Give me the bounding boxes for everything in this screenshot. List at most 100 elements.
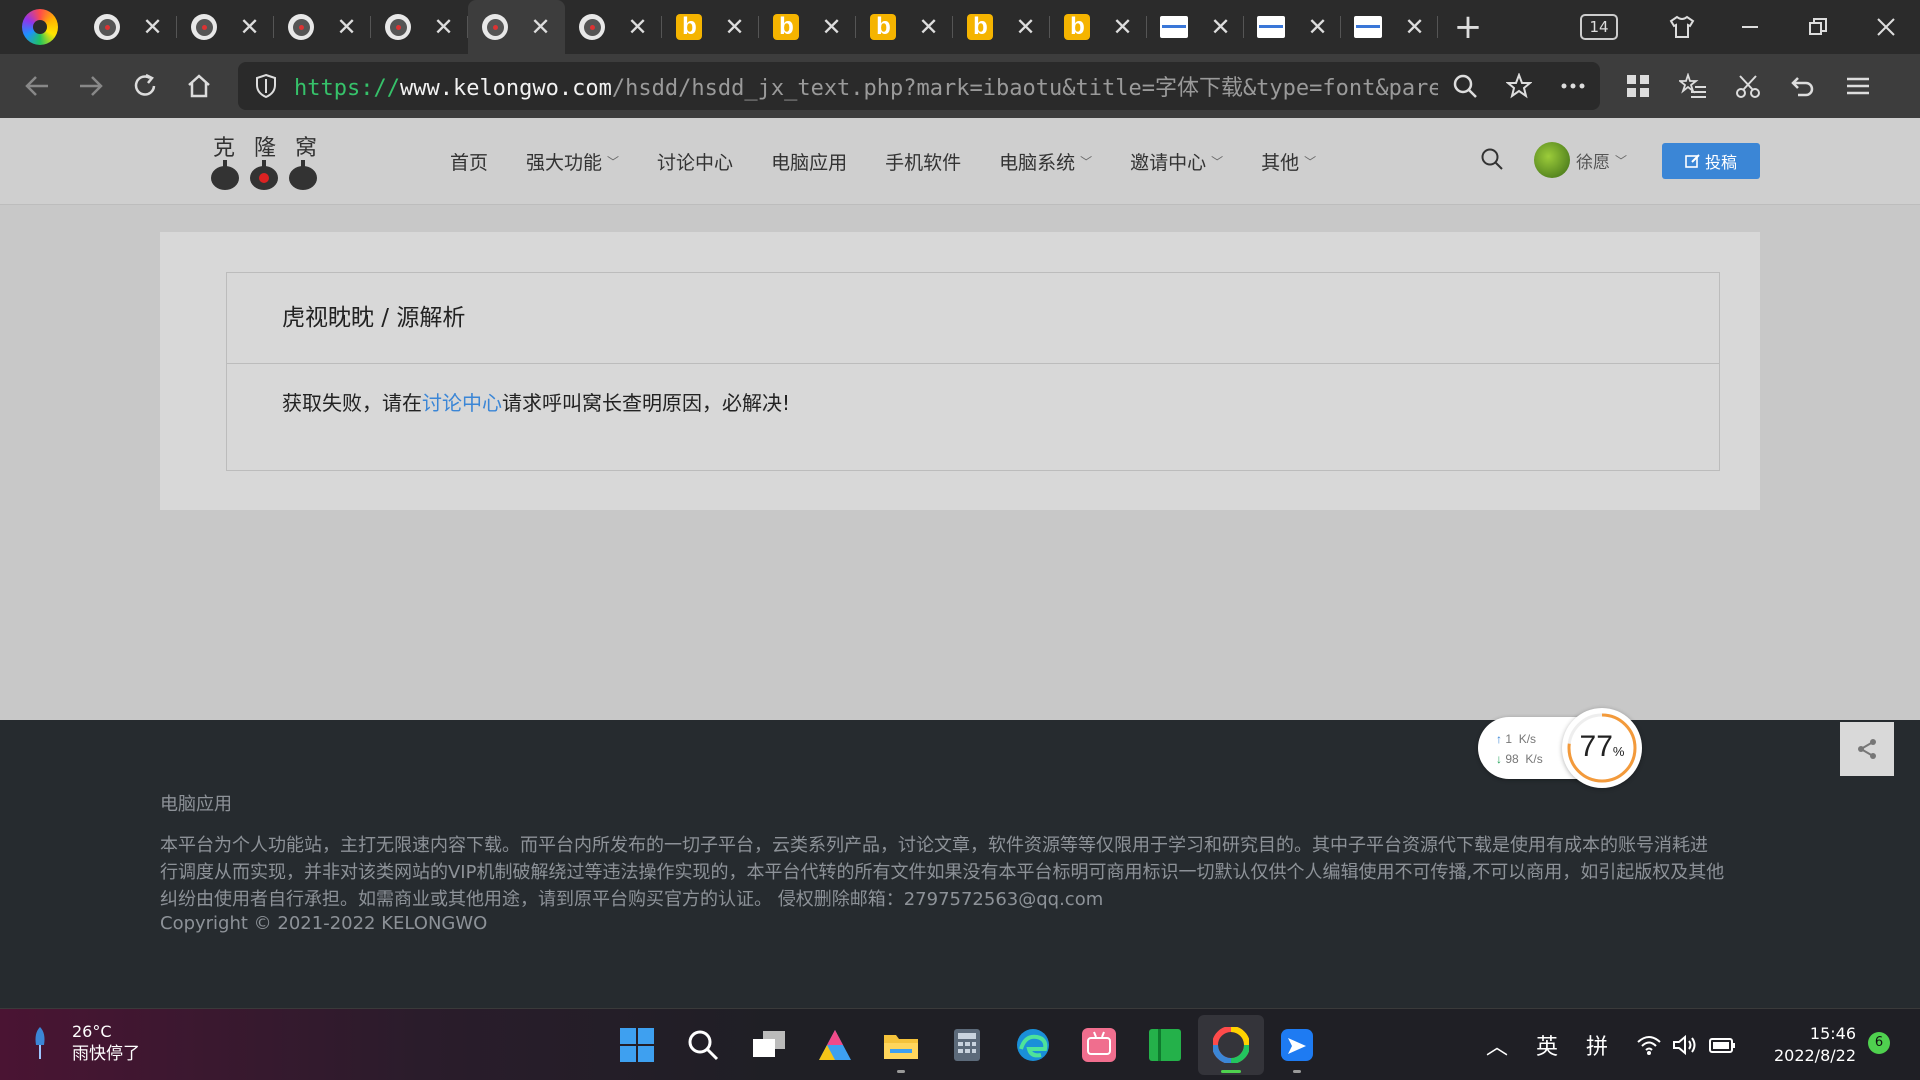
close-tab-icon[interactable]: ✕ — [239, 15, 259, 39]
ime-mode[interactable]: 拼 — [1586, 1029, 1608, 1061]
site-header: 克 隆 窝 首页 强大功能 ﹀ 讨论中心 电脑应用 手机软件 电脑系统 ﹀ 邀请中心 ﹀ 其他 ﹀ 徐… — [0, 118, 1920, 205]
browser-tab[interactable]: ✕ — [468, 0, 565, 54]
footer-title[interactable]: 电脑应用 — [160, 790, 232, 816]
file-explorer-icon[interactable] — [868, 1015, 934, 1075]
nav-item[interactable]: 电脑应用 — [771, 148, 847, 175]
close-tab-icon[interactable]: ✕ — [530, 15, 550, 39]
share-icon — [1858, 739, 1876, 759]
system-clock[interactable]: 15:46 2022/8/22 — [1770, 1023, 1856, 1067]
address-bar[interactable]: https://www.kelongwo.com/hsdd/hsdd_jx_te… — [238, 62, 1600, 110]
taskbar-search-icon[interactable] — [670, 1015, 736, 1075]
post-button[interactable]: 投稿 — [1662, 143, 1760, 179]
close-window-icon[interactable] — [1852, 0, 1920, 54]
browser-tab[interactable]: b ✕ — [662, 0, 759, 54]
zoom-icon[interactable] — [1438, 73, 1492, 99]
window-controls: 14 — [1580, 0, 1920, 54]
site-logo[interactable]: 克 隆 窝 — [205, 130, 325, 196]
browser-tab[interactable]: b ✕ — [953, 0, 1050, 54]
browser-tab[interactable]: ✕ — [371, 0, 468, 54]
nav-item[interactable]: 其他 ﹀ — [1261, 148, 1316, 175]
start-windows-icon[interactable] — [604, 1015, 670, 1075]
close-tab-icon[interactable]: ✕ — [1307, 15, 1327, 39]
close-tab-icon[interactable]: ✕ — [1404, 15, 1424, 39]
footer-disclaimer: 本平台为个人功能站，主打无限速内容下载。而平台内所发布的一切子平台，云类系列产品… — [160, 835, 1725, 910]
logo-char: 窝 — [294, 136, 317, 161]
home-icon[interactable] — [172, 59, 226, 113]
search-icon[interactable] — [1480, 147, 1504, 171]
user-name: 徐愿 — [1576, 152, 1610, 173]
nav-item[interactable]: 强大功能 ﹀ — [526, 148, 619, 175]
nav-item[interactable]: 首页 — [450, 148, 488, 175]
volume-icon[interactable] — [1672, 1034, 1698, 1056]
user-menu[interactable]: 徐愿 ﹀ — [1534, 142, 1627, 178]
notification-badge[interactable]: 6 — [1868, 1032, 1890, 1054]
nav-item-label: 其他 — [1261, 152, 1300, 174]
logo-bug-icon — [250, 160, 278, 190]
close-tab-icon[interactable]: ✕ — [918, 15, 938, 39]
close-tab-icon[interactable]: ✕ — [1112, 15, 1132, 39]
calculator-icon[interactable] — [934, 1015, 1000, 1075]
browser-tab[interactable]: ✕ — [1244, 0, 1341, 54]
share-button[interactable] — [1840, 722, 1894, 776]
close-tab-icon[interactable]: ✕ — [627, 15, 647, 39]
favorites-list-icon[interactable] — [1665, 59, 1720, 113]
browser-tab[interactable]: b ✕ — [759, 0, 856, 54]
ime-language[interactable]: 英 — [1536, 1029, 1558, 1061]
kelongwo-bug-icon — [191, 14, 218, 40]
minimize-icon[interactable] — [1716, 0, 1784, 54]
browser-tab[interactable]: ✕ — [565, 0, 662, 54]
close-tab-icon[interactable]: ✕ — [142, 15, 162, 39]
discussion-center-link[interactable]: 讨论中心 — [422, 391, 502, 415]
tab-count-badge[interactable]: 14 — [1580, 14, 1618, 40]
close-tab-icon[interactable]: ✕ — [433, 15, 453, 39]
nav-item[interactable]: 电脑系统 ﹀ — [999, 148, 1092, 175]
browser-tab[interactable]: ✕ — [274, 0, 371, 54]
task-view-icon[interactable] — [736, 1015, 802, 1075]
running-indicator — [897, 1070, 905, 1073]
menu-hamburger-icon[interactable] — [1830, 59, 1885, 113]
url-text[interactable]: https://www.kelongwo.com/hsdd/hsdd_jx_te… — [294, 70, 1438, 102]
nav-item-label: 电脑系统 — [999, 152, 1076, 174]
edge-browser-icon[interactable] — [1000, 1015, 1066, 1075]
tray-chevron-up-icon[interactable]: ︿ — [1486, 1029, 1508, 1061]
bilibili-icon[interactable] — [1066, 1015, 1132, 1075]
notes-app-icon[interactable] — [1132, 1015, 1198, 1075]
browser-tab[interactable]: b ✕ — [856, 0, 953, 54]
bookmark-star-icon[interactable] — [1492, 73, 1546, 99]
browser-tab[interactable]: ✕ — [1147, 0, 1244, 54]
reload-icon[interactable] — [118, 59, 172, 113]
nav-item[interactable]: 讨论中心 — [657, 148, 733, 175]
undo-icon[interactable] — [1775, 59, 1830, 113]
more-dots-icon[interactable] — [1546, 82, 1600, 90]
close-tab-icon[interactable]: ✕ — [1015, 15, 1035, 39]
close-tab-icon[interactable]: ✕ — [1210, 15, 1230, 39]
forward-arrow-icon[interactable] — [64, 59, 118, 113]
shirt-skin-icon[interactable] — [1648, 0, 1716, 54]
browser-tab[interactable]: ✕ — [177, 0, 274, 54]
shield-icon[interactable] — [238, 73, 294, 99]
memory-gauge[interactable]: 77% — [1562, 708, 1642, 788]
close-tab-icon[interactable]: ✕ — [821, 15, 841, 39]
close-tab-icon[interactable]: ✕ — [336, 15, 356, 39]
close-tab-icon[interactable]: ✕ — [724, 15, 744, 39]
toolbar-right-actions — [1610, 54, 1885, 118]
back-arrow-icon[interactable] — [10, 59, 64, 113]
scissors-icon[interactable] — [1720, 59, 1775, 113]
b-icon: b — [870, 14, 897, 40]
apps-grid-icon[interactable] — [1610, 59, 1665, 113]
weather-widget[interactable]: 26°C 雨快停了 — [30, 1021, 140, 1065]
avatar[interactable] — [1534, 142, 1570, 178]
nav-item[interactable]: 手机软件 — [885, 148, 961, 175]
wifi-icon[interactable] — [1636, 1034, 1662, 1056]
browser-tab[interactable]: ✕ — [1341, 0, 1438, 54]
browser-tab[interactable]: ✕ — [80, 0, 177, 54]
feishu-icon[interactable] — [1264, 1015, 1330, 1075]
battery-icon[interactable] — [1708, 1034, 1736, 1056]
nav-item[interactable]: 邀请中心 ﹀ — [1130, 148, 1223, 175]
browser-taskbar-icon[interactable] — [1198, 1015, 1264, 1075]
browser-tab[interactable]: b ✕ — [1050, 0, 1147, 54]
browser-logo-icon[interactable] — [0, 0, 80, 54]
restore-icon[interactable] — [1784, 0, 1852, 54]
new-tab-button[interactable]: + — [1438, 0, 1498, 54]
drawing-app-icon[interactable] — [802, 1015, 868, 1075]
